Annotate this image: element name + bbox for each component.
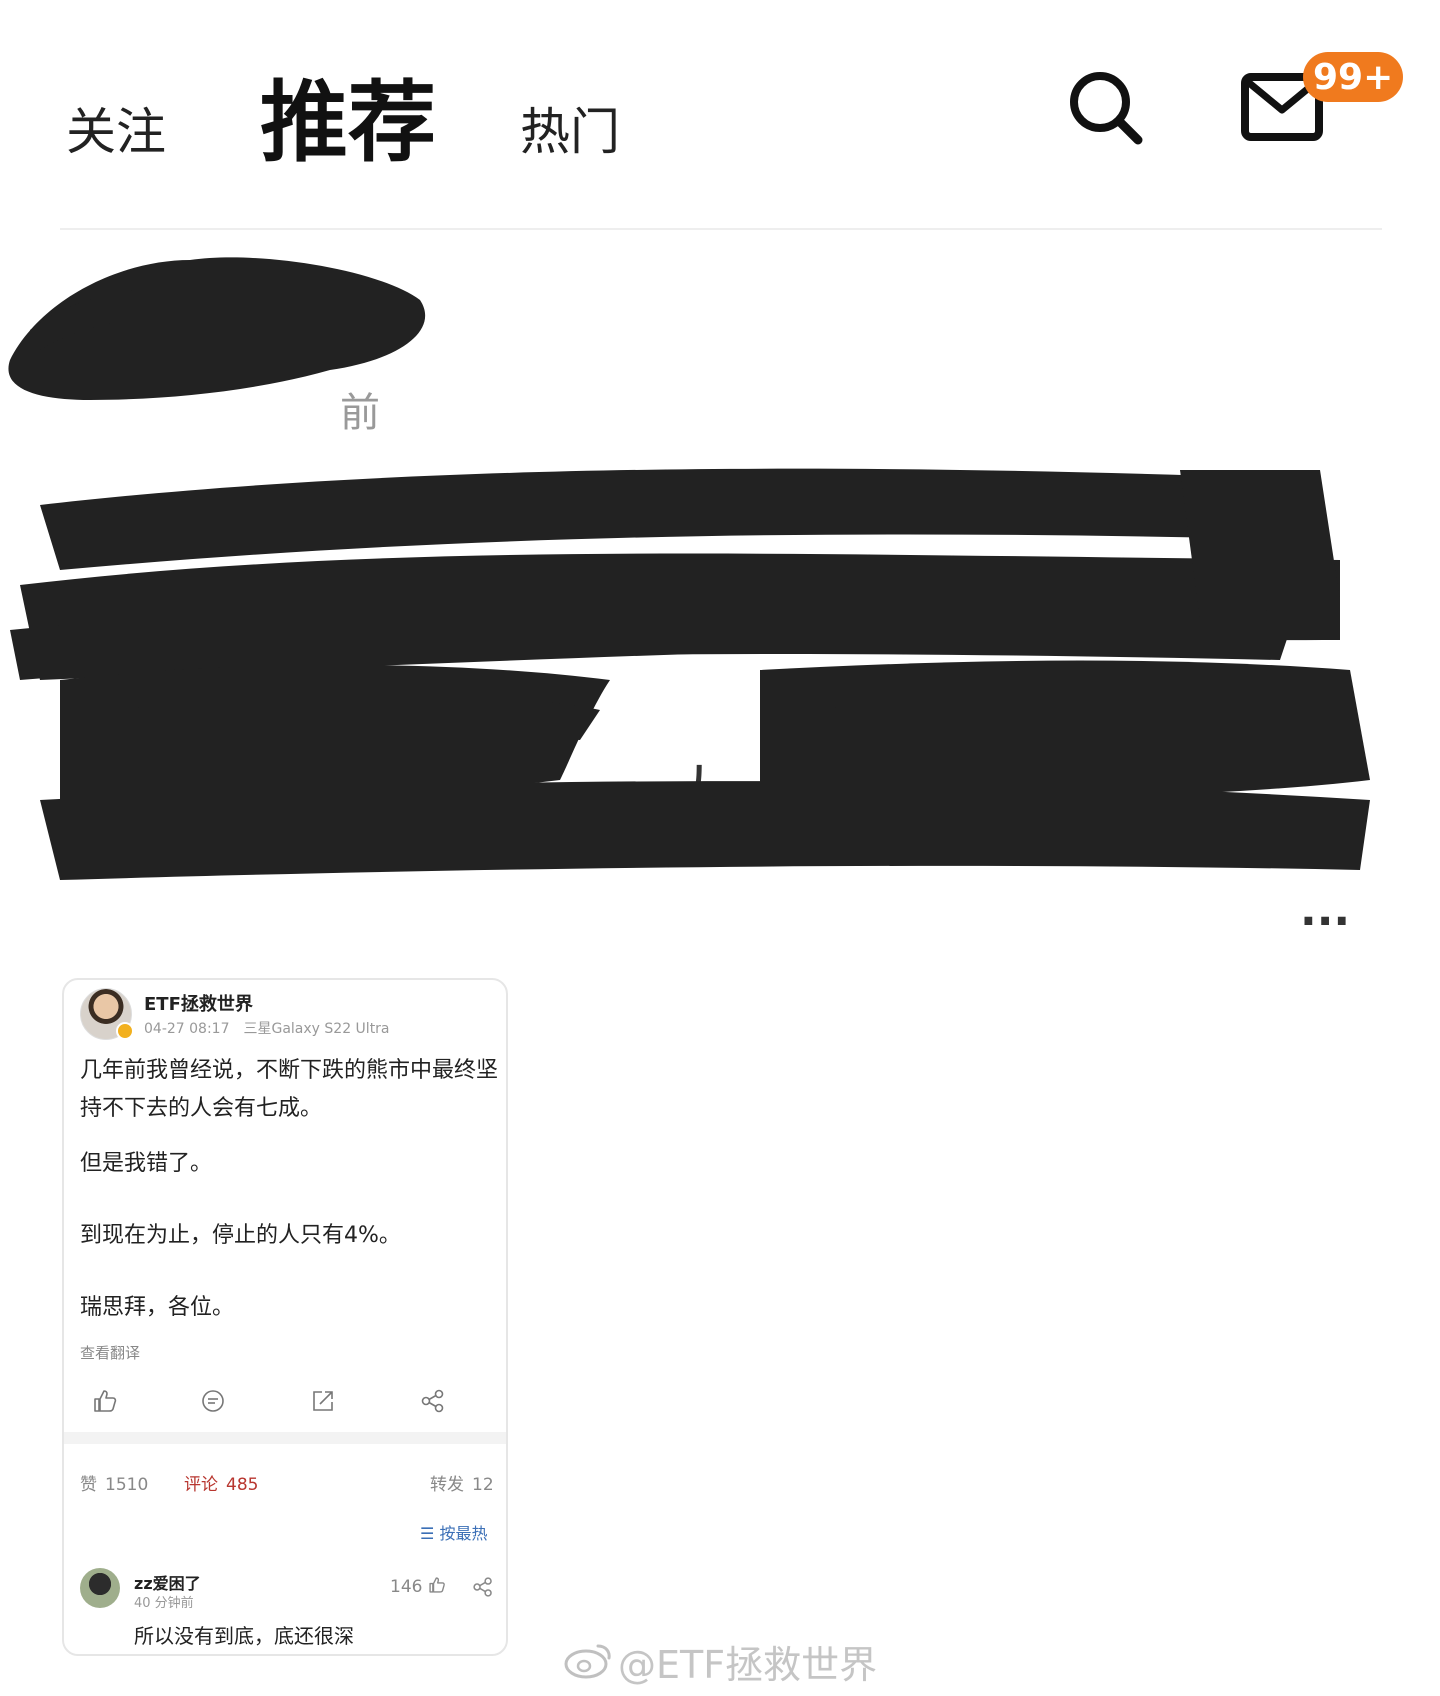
commenter-name[interactable]: zz爱困了 (134, 1570, 201, 1594)
tab-recommended[interactable]: 推荐 (260, 52, 436, 179)
tab-follow[interactable]: 关注 (66, 92, 166, 164)
likes-label: 赞 (80, 1475, 97, 1495)
post-device: 三星Galaxy S22 Ultra (243, 1021, 390, 1037)
reposts-count: 12 (472, 1475, 494, 1495)
comment-time: 40 分钟前 (134, 1596, 194, 1611)
verified-badge-icon (116, 1022, 134, 1040)
sort-label: 按最热 (439, 1524, 488, 1543)
post-meta: 04-27 08:17 三星Galaxy S22 Ultra (144, 1018, 404, 1038)
sort-button[interactable]: ☰ 按最热 (420, 1520, 487, 1544)
like-icon[interactable] (92, 1388, 118, 1414)
section-separator (64, 1432, 506, 1444)
commenter-avatar[interactable] (80, 1568, 120, 1608)
comment-like-button[interactable]: 146 (390, 1576, 446, 1597)
watermark: @ETF拯救世界 (618, 1643, 878, 1687)
comments-tab[interactable]: 评论 485 (184, 1470, 258, 1495)
sort-icon: ☰ (420, 1524, 440, 1543)
author-name[interactable]: ETF拯救世界 (144, 990, 253, 1016)
reposts-tab[interactable]: 转发 12 (430, 1470, 494, 1495)
comment-share-icon[interactable] (472, 1576, 494, 1598)
likes-tab[interactable]: 赞 1510 (80, 1470, 148, 1495)
share-icon[interactable] (420, 1388, 446, 1414)
translate-link[interactable]: 查看翻译 (80, 1342, 140, 1363)
redaction-scribble (8, 257, 1370, 880)
post-paragraph: 但是我错了。 (80, 1151, 213, 1176)
post-paragraph: 几年前我曾经说，不断下跌的熊市中最终坚持不下去的人会有七成。 (80, 1058, 499, 1121)
comments-count: 485 (226, 1475, 259, 1495)
likes-count: 1510 (105, 1475, 149, 1495)
tab-hot[interactable]: 热门 (520, 92, 620, 164)
repost-icon[interactable] (310, 1388, 336, 1414)
comment-like-count: 146 (390, 1577, 423, 1597)
embedded-post-card[interactable]: ETF拯救世界 04-27 08:17 三星Galaxy S22 Ultra 几年… (62, 978, 508, 1656)
divider (60, 228, 1382, 230)
search-icon[interactable] (1066, 68, 1146, 148)
notification-badge: 99+ (1303, 52, 1404, 102)
post-paragraph: 瑞思拜，各位。 (80, 1295, 235, 1320)
comment-text: 所以没有到底，底还很深 (134, 1624, 354, 1648)
thumbs-up-icon (429, 1577, 445, 1593)
weibo-logo-icon (564, 1644, 611, 1679)
reposts-label: 转发 (430, 1475, 464, 1495)
comments-label: 评论 (184, 1475, 218, 1495)
comment-icon[interactable] (200, 1388, 226, 1414)
post-time: 04-27 08:17 (144, 1021, 230, 1037)
post-paragraph: 到现在为止，停止的人只有4%。 (80, 1223, 401, 1248)
